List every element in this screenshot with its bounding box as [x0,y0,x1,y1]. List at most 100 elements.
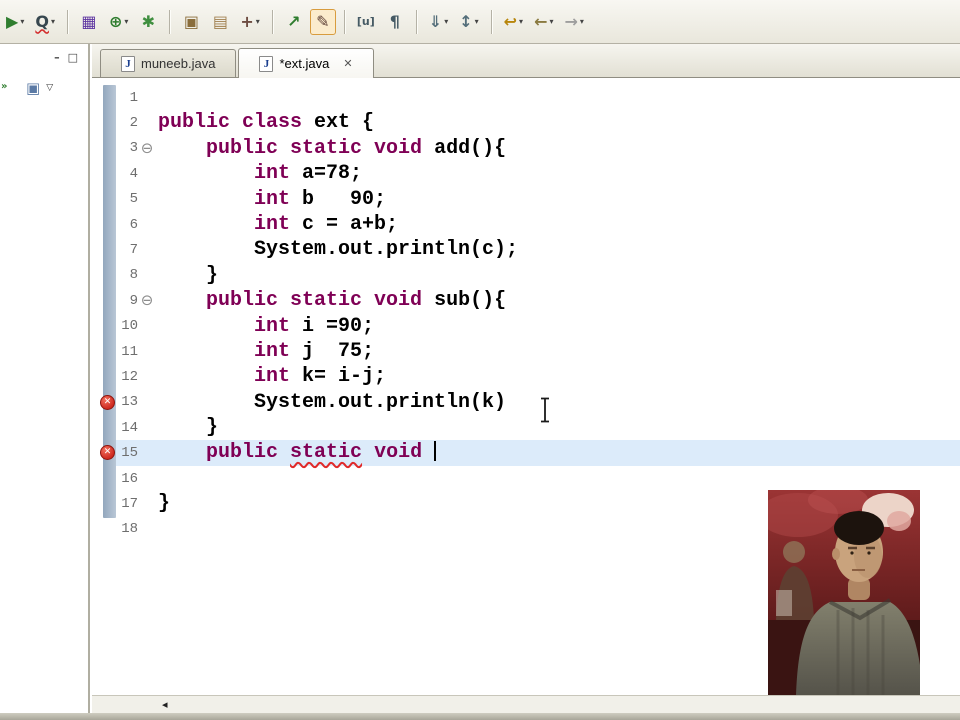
line-number: 12 [121,368,138,385]
dropdown-caret-icon: ▾ [579,17,584,26]
java-package-icon[interactable]: ▣ [178,9,204,35]
scroll-left-icon[interactable]: ◂ [162,699,168,710]
code-line[interactable]: 10 int i =90; [92,314,960,339]
code-segment: int [254,162,291,186]
code-line[interactable]: 3 ⊖ public static void add(){ [92,136,960,161]
java-package-icon-glyph: ▣ [183,11,199,31]
code-text: int i =90; [156,314,960,339]
horizontal-scrollbar[interactable]: ◂ [92,695,960,713]
code-line[interactable]: 1 [92,85,960,110]
new-table-icon[interactable]: ▦ [76,9,102,35]
code-line[interactable]: 2 public class ext { [92,110,960,135]
restore-view-icon[interactable]: □ [68,52,78,63]
tools-icon-glyph: + [240,11,254,31]
back-icon[interactable]: ← ▾ [530,9,557,35]
code-line[interactable]: 8 } [92,263,960,288]
java-file-icon: J [121,55,135,72]
line-number: 11 [121,343,138,360]
view-stack-row: » ▣ ▽ [0,79,88,97]
code-text: } [156,415,960,440]
code-text: } [156,263,960,288]
code-text: int c = a+b; [156,212,960,237]
dropdown-caret-icon: ▾ [20,17,25,26]
tab-muneeb[interactable]: Jmuneeb.java [100,49,237,77]
tab-label: muneeb.java [141,56,216,71]
toolbar-separator [415,9,417,34]
line-number: 18 [121,521,138,538]
code-text: public class ext { [156,110,960,135]
fast-view-arrow-icon[interactable]: » [1,81,7,92]
code-segment: int [254,187,291,211]
code-segment: public class [158,111,315,135]
code-line[interactable]: 6 int c = a+b; [92,212,960,237]
code-line[interactable]: 11 int j 75; [92,339,960,364]
tab-label: *ext.java [279,56,330,71]
code-segment: sub(){ [434,289,507,313]
line-number: 8 [129,267,138,284]
dropdown-caret-icon: ▾ [519,17,524,26]
code-line[interactable]: ✕ 15 public static void [92,440,960,466]
code-line[interactable]: 14 } [92,415,960,440]
external-tools-icon[interactable]: Q ▾ [31,9,59,35]
show-whitespace-icon[interactable]: ¶ [382,9,408,35]
toolbar: ▶ ▾ Q ▾ ▦ ⊕ ▾ ✱ ▣ ▤ + ▾ ↗ ✎ [u] ¶ ⇓ ▾ ↕ ▾ ↩ ▾ ← ▾ → ▾ [0,0,960,44]
dropdown-caret-icon: ▾ [549,17,554,26]
line-number: 16 [121,470,138,487]
web-browser-icon-glyph: ⊕ [108,11,123,31]
show-source-icon[interactable]: [u] [353,9,379,35]
code-line[interactable]: 5 int b 90; [92,187,960,212]
forward-icon[interactable]: → ▾ [560,9,587,35]
code-line[interactable]: 9 ⊖ public static void sub(){ [92,288,960,313]
last-edit-location-icon[interactable]: ↩ ▾ [500,9,527,35]
webcam-overlay [768,490,920,695]
minimize-view-icon[interactable]: – [54,52,60,63]
last-edit-location-icon-glyph: ↩ [503,11,518,31]
line-number: 15 [121,445,138,462]
left-panel: – □ » ▣ ▽ [0,44,90,713]
window-bottom-edge [0,713,960,720]
back-icon-glyph: ← [534,11,548,31]
error-marker-icon[interactable]: ✕ [100,394,115,410]
code-line[interactable]: 4 int a=78; [92,161,960,186]
tab-ext[interactable]: J *ext.java ✕ [238,48,374,78]
line-number: 1 [129,89,138,106]
run-icon[interactable]: ▶ ▾ [2,9,28,35]
web-browser-icon[interactable]: ⊕ ▾ [105,9,132,35]
code-segment: b 90; [290,187,387,211]
code-text: public static void [156,440,960,465]
code-segment: System.out.println(c); [254,238,519,262]
code-line[interactable]: ✕ 13 System.out.println(k) [92,390,960,415]
code-line[interactable]: 16 [92,466,960,491]
code-text: int k= i-j; [156,364,960,389]
toolbar-separator [169,9,171,34]
code-text: int a=78; [156,161,960,186]
code-line[interactable]: 7 System.out.println(c); [92,237,960,262]
dropdown-caret-icon: ▾ [50,17,55,26]
sync-icon[interactable]: ↕ ▾ [455,9,482,35]
code-segment: int [254,365,291,389]
tab-close-icon[interactable]: ✕ [343,57,352,70]
line-number: 5 [129,191,138,208]
code-text: public static void add(){ [156,136,960,161]
pencil-tool-icon[interactable]: ✎ [309,8,336,35]
view-menu-caret-icon[interactable]: ▽ [46,83,53,93]
line-number: 7 [129,242,138,259]
run-to-line-icon[interactable]: ↗ [281,9,307,35]
tools-icon[interactable]: + ▾ [236,9,263,35]
open-folder-icon[interactable]: ▤ [207,9,233,35]
line-number: 17 [121,495,138,512]
code-line[interactable]: 12 int k= i-j; [92,364,960,389]
package-explorer-icon[interactable]: ▣ [26,79,40,97]
new-snippet-icon[interactable]: ✱ [135,9,161,35]
fold-marker-icon[interactable]: ⊖ [138,293,156,308]
save-all-icon[interactable]: ⇓ ▾ [425,9,452,35]
fold-marker-icon[interactable]: ⊖ [138,140,156,156]
